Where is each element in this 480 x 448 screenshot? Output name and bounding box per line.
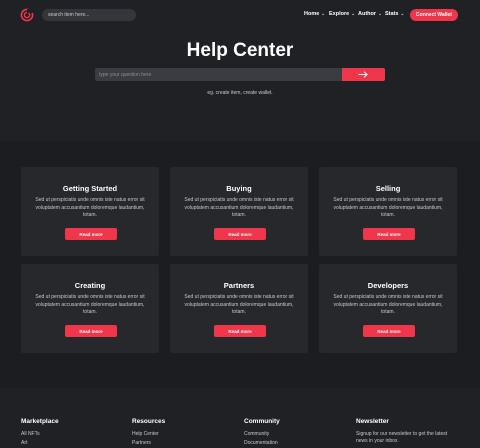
footer-col-newsletter: Newsletter Signup for our newsletter to … <box>356 418 451 445</box>
topic-card-developers: Developers Sed ut perspiciatis unde omni… <box>319 264 457 353</box>
question-search-input[interactable] <box>95 68 342 81</box>
chevron-down-icon: ⌄ <box>321 11 326 16</box>
card-text: Sed ut perspiciatis unde omnis iste natu… <box>333 197 443 218</box>
topic-card-creating: Creating Sed ut perspiciatis unde omnis … <box>21 264 159 353</box>
nav-item-stats[interactable]: Stats ⌄ <box>385 11 404 17</box>
card-title: Buying <box>226 184 252 193</box>
footer-link[interactable]: Documentation <box>244 440 280 446</box>
footer-heading: Community <box>244 418 280 425</box>
read-more-button[interactable]: Read more <box>363 228 415 240</box>
card-text: Sed ut perspiciatis unde omnis iste natu… <box>333 294 443 315</box>
card-text: Sed ut perspiciatis unde omnis iste natu… <box>184 294 294 315</box>
card-text: Sed ut perspiciatis unde omnis iste natu… <box>184 197 294 218</box>
connect-wallet-button[interactable]: Connect Wallet <box>410 9 458 21</box>
search-submit-button[interactable] <box>342 68 385 81</box>
chevron-down-icon: ⌄ <box>400 11 405 16</box>
read-more-button[interactable]: Read more <box>65 325 117 337</box>
nav-item-author[interactable]: Author ⌄ <box>358 11 382 17</box>
footer-heading: Marketplace <box>21 418 59 425</box>
nav-item-explore[interactable]: Explore ⌄ <box>329 11 355 17</box>
card-text: Sed ut perspiciatis unde omnis iste natu… <box>35 294 145 315</box>
arrow-right-icon <box>358 71 368 78</box>
chevron-down-icon: ⌄ <box>351 11 355 16</box>
search-hint: eg. create item, create wallet. <box>207 90 273 96</box>
footer-link[interactable]: Community <box>244 431 280 437</box>
read-more-button[interactable]: Read more <box>65 228 117 240</box>
card-title: Partners <box>223 281 255 290</box>
card-title: Developers <box>367 281 409 290</box>
footer-link[interactable]: All NFTs <box>21 431 59 437</box>
footer-link[interactable]: Art <box>21 440 59 446</box>
topic-card-partners: Partners Sed ut perspiciatis unde omnis … <box>170 264 308 353</box>
read-more-button[interactable]: Read more <box>214 325 266 337</box>
logo-icon[interactable] <box>20 8 34 22</box>
card-title: Selling <box>375 184 401 193</box>
topic-card-buying: Buying Sed ut perspiciatis unde omnis is… <box>170 167 308 256</box>
nav-label: Stats <box>385 11 399 17</box>
footer-col-marketplace: Marketplace All NFTs Art <box>21 418 59 446</box>
card-text: Sed ut perspiciatis unde omnis iste natu… <box>35 197 145 218</box>
read-more-button[interactable]: Read more <box>214 228 266 240</box>
nav-label: Explore <box>329 11 350 17</box>
footer-heading: Resources <box>132 418 166 425</box>
nav-label: Author <box>358 11 377 17</box>
read-more-button[interactable]: Read more <box>363 325 415 337</box>
footer-col-resources: Resources Help Center Partners <box>132 418 165 446</box>
page-title: Help Center <box>186 40 294 61</box>
topic-card-getting-started: Getting Started Sed ut perspiciatis unde… <box>21 167 159 256</box>
chevron-down-icon: ⌄ <box>378 11 382 16</box>
topic-card-selling: Selling Sed ut perspiciatis unde omnis i… <box>319 167 457 256</box>
nav-label: Home <box>304 11 320 17</box>
footer-link[interactable]: Partners <box>132 440 165 446</box>
footer-heading: Newsletter <box>356 418 389 425</box>
footer-col-community: Community Community Documentation <box>244 418 280 446</box>
footer-link[interactable]: Help Center <box>132 431 165 437</box>
card-title: Getting Started <box>62 184 118 193</box>
newsletter-text: Signup for our newsletter to get the lat… <box>356 431 448 444</box>
top-navbar: Home⌄ Explore⌄ Author⌄ Stats⌄ Connect Wa… <box>0 0 480 30</box>
card-title: Creating <box>74 281 106 290</box>
nav-item-home[interactable]: Home ⌄ <box>304 11 325 17</box>
search-input[interactable] <box>42 9 136 21</box>
site-footer: Marketplace All NFTs Art Resources Help … <box>0 388 480 448</box>
